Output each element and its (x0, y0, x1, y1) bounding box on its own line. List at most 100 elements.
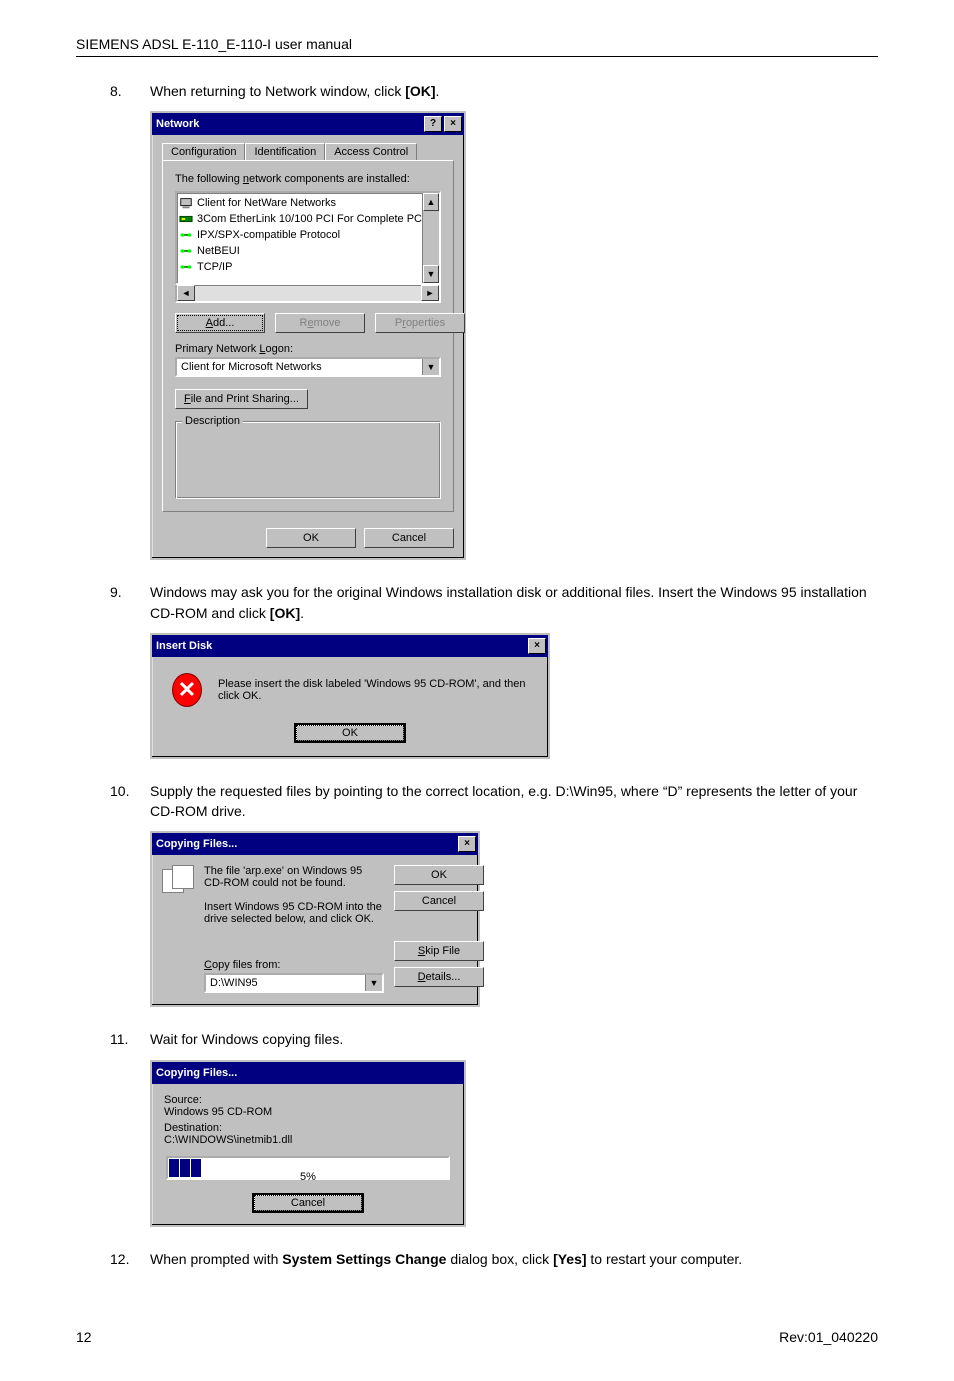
step-10-num: 10. (110, 781, 150, 822)
list-item[interactable]: IPX/SPX-compatible Protocol (179, 227, 420, 243)
close-icon[interactable]: × (528, 638, 546, 654)
copy-from-label: Copy files from: (204, 959, 384, 971)
tab-panel-configuration: The following network components are ins… (162, 160, 454, 512)
cancel-button[interactable]: Cancel (252, 1193, 364, 1213)
page-number: 12 (76, 1329, 92, 1345)
network-tabs: Configuration Identification Access Cont… (162, 143, 454, 160)
network-titlebar[interactable]: Network ? × (152, 113, 464, 135)
step-12-a: When prompted with (150, 1251, 282, 1267)
components-items: Client for NetWare Networks 3Com EtherLi… (177, 193, 422, 283)
primary-logon-label: Primary Network Logon: (175, 343, 441, 355)
scroll-left-icon[interactable]: ◄ (177, 285, 195, 301)
copy1-line2: Insert Windows 95 CD-ROM into the drive … (204, 901, 384, 925)
step-8-a: When returning to Network window, click (150, 83, 405, 99)
dest-label: Destination: (164, 1122, 452, 1134)
step-8: 8. When returning to Network window, cli… (110, 81, 878, 101)
skip-file-button[interactable]: Skip File (394, 941, 484, 961)
copy-from-value[interactable] (206, 975, 365, 991)
dropdown-icon[interactable]: ▼ (422, 359, 439, 375)
help-icon[interactable]: ? (424, 116, 442, 132)
properties-button: Properties (375, 313, 465, 333)
description-group: Description (175, 421, 441, 499)
cancel-button[interactable]: Cancel (364, 528, 454, 548)
tab-access-control[interactable]: Access Control (325, 143, 417, 160)
step-11-num: 11. (110, 1029, 150, 1049)
insert-disk-body: ✕ Please insert the disk labeled 'Window… (152, 657, 548, 723)
insert-disk-title: Insert Disk (156, 640, 526, 652)
insert-disk-message: Please insert the disk labeled 'Windows … (218, 678, 528, 702)
copying-files-dialog-2: Copying Files... Source: Windows 95 CD-R… (150, 1060, 466, 1227)
step-11: 11. Wait for Windows copying files. (110, 1029, 878, 1049)
tab-configuration[interactable]: Configuration (162, 143, 245, 160)
remove-button: Remove (275, 313, 365, 333)
dest-value: C:\WINDOWS\inetmib1.dll (164, 1134, 452, 1146)
copy1-titlebar[interactable]: Copying Files... × (152, 833, 478, 855)
network-dialog-buttons: OK Cancel (152, 522, 464, 558)
cancel-button[interactable]: Cancel (394, 891, 484, 911)
copy-icon (162, 865, 194, 893)
list-item-label: 3Com EtherLink 10/100 PCI For Complete P… (197, 213, 422, 225)
client-icon (179, 196, 193, 210)
step-10-text: Supply the requested files by pointing t… (150, 781, 878, 822)
header-rule (76, 56, 878, 57)
list-item-label: NetBEUI (197, 245, 240, 257)
details-button[interactable]: Details... (394, 967, 484, 987)
step-11-text: Wait for Windows copying files. (150, 1029, 878, 1049)
list-item[interactable]: TCP/IP (179, 259, 420, 275)
step-8-num: 8. (110, 81, 150, 101)
page-header: SIEMENS ADSL E-110_E-110-I user manual (76, 36, 878, 52)
step-12-num: 12. (110, 1249, 150, 1269)
ok-button[interactable]: OK (294, 723, 406, 743)
insert-disk-titlebar[interactable]: Insert Disk × (152, 635, 548, 657)
copy-from-combo[interactable]: ▼ (204, 973, 384, 993)
ok-button[interactable]: OK (266, 528, 356, 548)
scroll-right-icon[interactable]: ► (421, 285, 439, 301)
step-12-b1: System Settings Change (282, 1251, 446, 1267)
source-value: Windows 95 CD-ROM (164, 1106, 452, 1118)
step-12-b: dialog box, click (446, 1251, 553, 1267)
list-item-label: IPX/SPX-compatible Protocol (197, 229, 340, 241)
scroll-down-icon[interactable]: ▼ (423, 265, 439, 283)
page-footer: 12 Rev:01_040220 (76, 1329, 878, 1345)
copy1-line1: The file 'arp.exe' on Windows 95 CD-ROM … (204, 865, 384, 889)
step-9-a: Windows may ask you for the original Win… (150, 584, 867, 620)
scroll-up-icon[interactable]: ▲ (423, 193, 439, 211)
adapter-icon (179, 212, 193, 226)
description-legend: Description (182, 415, 243, 427)
close-icon[interactable]: × (444, 116, 462, 132)
ok-button[interactable]: OK (394, 865, 484, 885)
installed-label: The following network components are ins… (175, 173, 441, 185)
list-item-label: TCP/IP (197, 261, 232, 273)
protocol-icon (179, 228, 193, 242)
primary-logon-combo[interactable]: ▼ (175, 357, 441, 377)
list-item[interactable]: Client for NetWare Networks (179, 195, 420, 211)
dropdown-icon[interactable]: ▼ (365, 975, 382, 991)
step-8-b: . (436, 83, 440, 99)
list-item[interactable]: NetBEUI (179, 243, 420, 259)
tab-identification[interactable]: Identification (245, 143, 325, 160)
add-button[interactable]: Add... (175, 313, 265, 333)
step-8-bold: [OK] (405, 83, 435, 99)
protocol-icon (179, 244, 193, 258)
copy2-body: Source: Windows 95 CD-ROM Destination: C… (152, 1084, 464, 1225)
network-dialog: Network ? × Configuration Identification… (150, 111, 466, 560)
listbox-hscroll[interactable]: ◄ ► (175, 285, 441, 303)
list-item[interactable]: 3Com EtherLink 10/100 PCI For Complete P… (179, 211, 420, 227)
step-9-num: 9. (110, 582, 150, 623)
file-print-sharing-button[interactable]: File and Print Sharing... (175, 389, 308, 409)
listbox-scrollbar[interactable]: ▲ ▼ (422, 193, 439, 283)
components-listbox[interactable]: Client for NetWare Networks 3Com EtherLi… (175, 191, 441, 285)
network-title: Network (156, 118, 422, 130)
progress-percent: 5% (164, 1171, 452, 1183)
components-button-row: Add... Remove Properties (175, 313, 441, 333)
close-icon[interactable]: × (458, 836, 476, 852)
copy2-titlebar[interactable]: Copying Files... (152, 1062, 464, 1084)
step-9: 9. Windows may ask you for the original … (110, 582, 878, 623)
source-label: Source: (164, 1094, 452, 1106)
step-9-b: . (300, 605, 304, 621)
primary-logon-value[interactable] (177, 359, 422, 375)
step-9-text: Windows may ask you for the original Win… (150, 582, 878, 623)
step-12: 12. When prompted with System Settings C… (110, 1249, 878, 1269)
copying-files-dialog-1: Copying Files... × The file 'arp.exe' on… (150, 831, 480, 1007)
insert-disk-buttons: OK (152, 723, 548, 757)
